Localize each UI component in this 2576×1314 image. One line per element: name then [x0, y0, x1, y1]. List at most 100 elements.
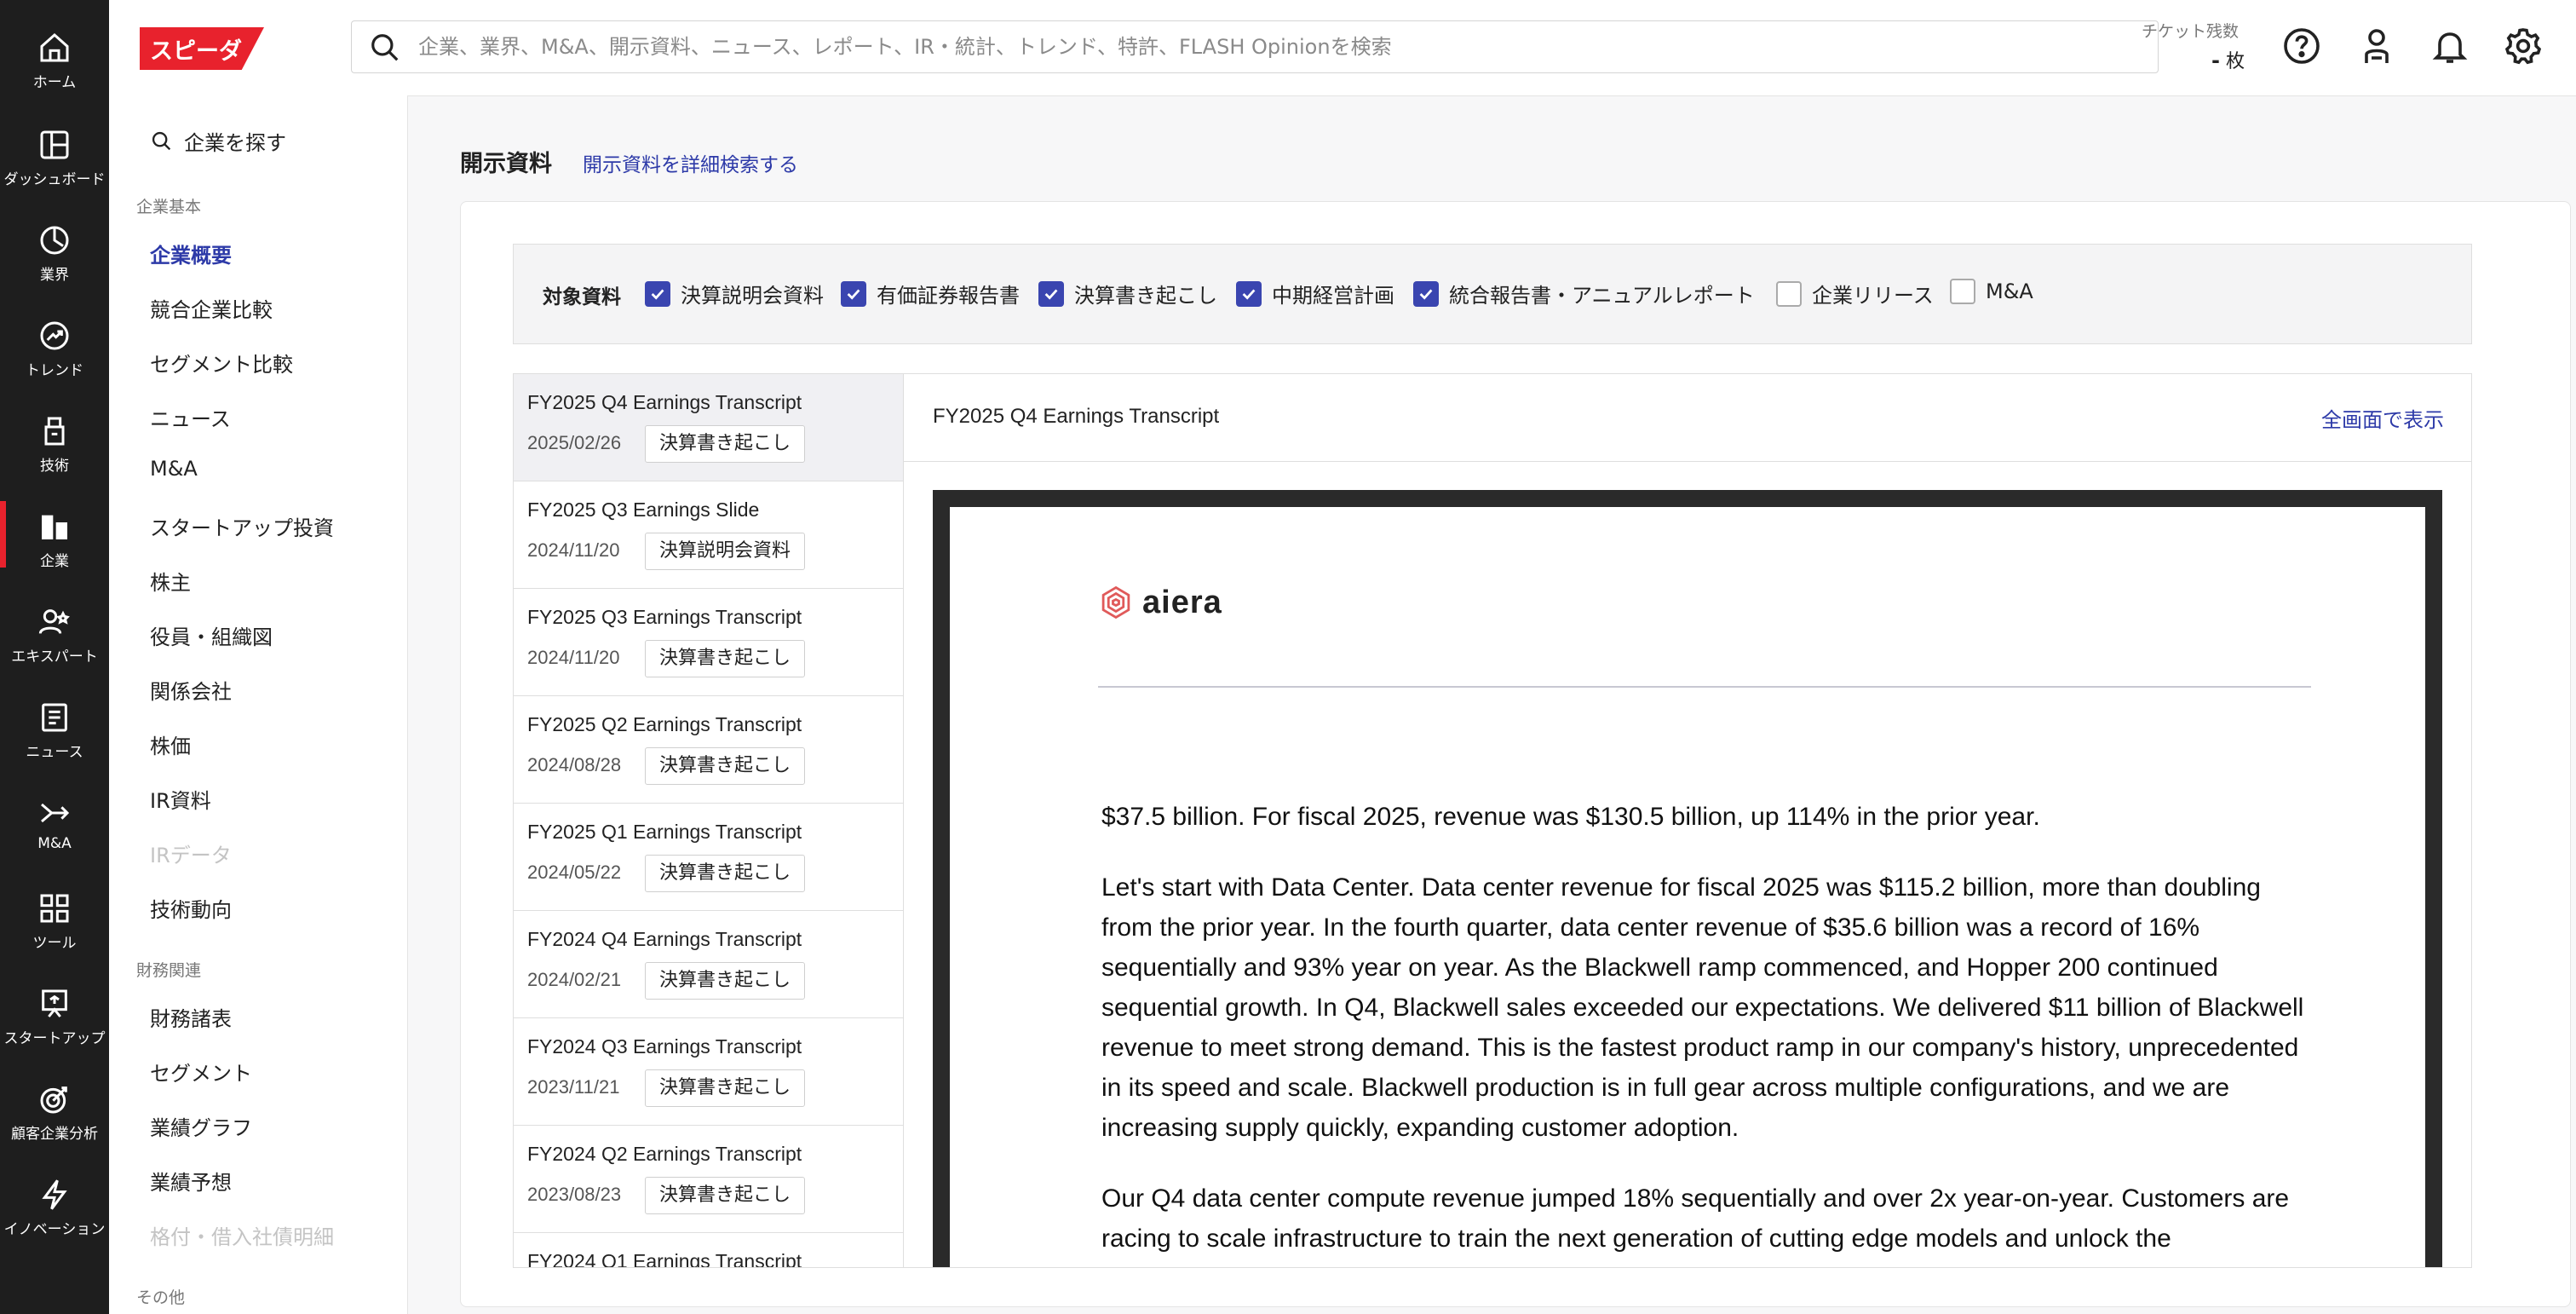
document-row[interactable]: FY2025 Q3 Earnings Transcript 2024/11/20… — [514, 589, 904, 696]
bell-icon — [2432, 32, 2468, 63]
document-frame[interactable]: aiera $37.5 billion. For fiscal 2025, re… — [933, 490, 2442, 1267]
document-title: FY2025 Q4 Earnings Transcript — [527, 391, 802, 413]
sidebar-item-segments[interactable]: セグメント — [150, 1057, 252, 1086]
checkbox-unchecked[interactable] — [1776, 280, 1802, 307]
checkbox-checked[interactable] — [645, 280, 670, 307]
search-input[interactable] — [417, 28, 2141, 66]
document-title: FY2025 Q1 Earnings Transcript — [527, 821, 802, 843]
help-button[interactable] — [2281, 26, 2322, 66]
filter-integrated-report[interactable]: 統合報告書・アニュアルレポート — [1413, 279, 1755, 308]
account-button[interactable] — [2356, 26, 2397, 66]
filter-option-label: 決算書き起こし — [1074, 284, 1217, 308]
document-divider — [1098, 686, 2311, 688]
check-icon — [847, 288, 860, 300]
document-type-tag: 決算書き起こし — [645, 855, 806, 892]
global-search[interactable] — [351, 20, 2159, 73]
checkbox-checked[interactable] — [1236, 280, 1262, 307]
ticket-count: - 枚 — [2211, 46, 2245, 73]
checkbox-unchecked[interactable] — [1950, 279, 1975, 304]
rail-item-startup[interactable]: スタートアップ — [0, 973, 109, 1065]
transcript-paragraph: Let's start with Data Center. Data cente… — [1101, 873, 2304, 1142]
rail-item-news[interactable]: ニュース — [0, 687, 109, 779]
rail-item-trend[interactable]: トレンド — [0, 305, 109, 397]
sidebar-item-stock-price[interactable]: 株価 — [150, 729, 191, 759]
rail-item-home[interactable]: ホーム — [0, 17, 109, 109]
gear-icon — [2504, 28, 2542, 65]
sidebar-item-shareholders[interactable]: 株主 — [150, 566, 191, 596]
document-type-filter: 対象資料 決算説明会資料 有価証券報告書 決算書き起こし 中期経営計画 統合報告… — [513, 244, 2472, 344]
fullscreen-link[interactable]: 全画面で表示 — [2321, 403, 2444, 433]
document-row[interactable]: FY2025 Q1 Earnings Transcript 2024/05/22… — [514, 804, 904, 911]
filter-ma[interactable]: M&A — [1950, 279, 2033, 304]
filter-earnings-presentation[interactable]: 決算説明会資料 — [645, 279, 824, 308]
checkbox-checked[interactable] — [841, 280, 866, 307]
speeda-logo[interactable]: スピーダ — [140, 27, 264, 70]
rail-item-tools[interactable]: ツール — [0, 878, 109, 970]
filter-option-label: 中期経営計画 — [1272, 284, 1394, 308]
sidebar-item-competitor-comparison[interactable]: 競合企業比較 — [150, 293, 273, 323]
expert-icon — [38, 609, 70, 634]
document-type-tag: 決算書き起こし — [645, 962, 806, 1000]
sidebar-item-ir-data: IRデータ — [150, 844, 232, 867]
sidebar-item-financial-statements[interactable]: 財務諸表 — [150, 1002, 232, 1032]
filter-option-label: 有価証券報告書 — [877, 284, 1020, 308]
sidebar-item-affiliates[interactable]: 関係会社 — [150, 675, 232, 705]
document-type-tag: 決算書き起こし — [645, 425, 806, 463]
rail-label: トレンド — [26, 362, 83, 379]
document-row[interactable]: FY2025 Q4 Earnings Transcript 2025/02/26… — [514, 374, 904, 481]
document-row[interactable]: FY2024 Q2 Earnings Transcript 2023/08/23… — [514, 1126, 904, 1233]
advanced-search-link[interactable]: 開示資料を詳細検索する — [583, 148, 798, 177]
rail-item-innovation[interactable]: イノベーション — [0, 1164, 109, 1256]
rail-label: スタートアップ — [3, 1030, 106, 1047]
rail-item-technology[interactable]: 技術 — [0, 401, 109, 493]
filter-option-label: M&A — [1986, 280, 2033, 303]
search-icon — [152, 131, 171, 150]
document-row[interactable]: FY2025 Q2 Earnings Transcript 2024/08/28… — [514, 696, 904, 804]
document-row[interactable]: FY2024 Q4 Earnings Transcript 2024/02/21… — [514, 911, 904, 1018]
sidebar-item-segment-comparison[interactable]: セグメント比較 — [150, 348, 293, 377]
settings-button[interactable] — [2503, 26, 2544, 66]
document-row[interactable]: FY2025 Q3 Earnings Slide 2024/11/20 決算説明… — [514, 481, 904, 589]
checkbox-checked[interactable] — [1413, 280, 1439, 307]
search-icon — [371, 34, 399, 61]
sidebar-item-performance-graph[interactable]: 業績グラフ — [150, 1111, 252, 1141]
document-row[interactable]: FY2024 Q1 Earnings Transcript — [514, 1233, 904, 1267]
rail-item-company[interactable]: 企業 — [0, 496, 109, 588]
rail-item-dashboard[interactable]: ダッシュボード — [0, 114, 109, 206]
document-row[interactable]: FY2024 Q3 Earnings Transcript 2023/11/21… — [514, 1018, 904, 1126]
find-company-button[interactable]: 企業を探す — [150, 126, 286, 156]
filter-securities-report[interactable]: 有価証券報告書 — [841, 279, 1020, 308]
notifications-button[interactable] — [2429, 26, 2470, 66]
rail-item-industry[interactable]: 業界 — [0, 210, 109, 302]
filter-mid-term-plan[interactable]: 中期経営計画 — [1236, 279, 1394, 308]
checkbox-checked[interactable] — [1038, 280, 1064, 307]
sidebar-item-news[interactable]: ニュース — [150, 402, 231, 432]
document-date: 2025/02/26 — [527, 432, 622, 453]
rail-item-customer-analysis[interactable]: 顧客企業分析 — [0, 1069, 109, 1161]
filter-earnings-transcript[interactable]: 決算書き起こし — [1038, 279, 1217, 308]
rail-label: 企業 — [40, 553, 69, 570]
ticket-value: - — [2211, 49, 2220, 72]
rail-item-expert[interactable]: エキスパート — [0, 591, 109, 683]
find-company-label: 企業を探す — [184, 131, 286, 155]
technology-icon — [44, 417, 65, 446]
document-title: FY2025 Q2 Earnings Transcript — [527, 713, 802, 735]
document-date: 2024/05/22 — [527, 862, 622, 883]
sidebar-item-officers[interactable]: 役員・組織図 — [150, 620, 273, 650]
rail-label: M&A — [37, 835, 72, 852]
sidebar-item-startup-investment[interactable]: スタートアップ投資 — [150, 511, 334, 541]
sidebar-item-company-overview[interactable]: 企業概要 — [150, 239, 232, 268]
check-icon — [1419, 288, 1433, 300]
filter-company-release[interactable]: 企業リリース — [1776, 279, 1934, 308]
aiera-logo-icon — [1101, 585, 1130, 620]
aiera-logo: aiera — [1098, 584, 1222, 621]
sidebar-item-ir-materials[interactable]: IR資料 — [150, 784, 211, 814]
document-date: 2024/08/28 — [527, 754, 622, 775]
sidebar-item-forecast[interactable]: 業績予想 — [150, 1166, 232, 1196]
sidebar-item-ma[interactable]: M&A — [150, 457, 198, 481]
viewer-title: FY2025 Q4 Earnings Transcript — [933, 405, 1220, 428]
rail-item-ma[interactable]: M&A — [0, 782, 109, 874]
nav-rail: ホーム ダッシュボード 業界 トレンド 技術 企業 エキスパート ニュース M&… — [0, 0, 109, 1314]
sidebar-item-tech-trends[interactable]: 技術動向 — [150, 893, 232, 923]
document-page: aiera $37.5 billion. For fiscal 2025, re… — [950, 507, 2425, 1267]
